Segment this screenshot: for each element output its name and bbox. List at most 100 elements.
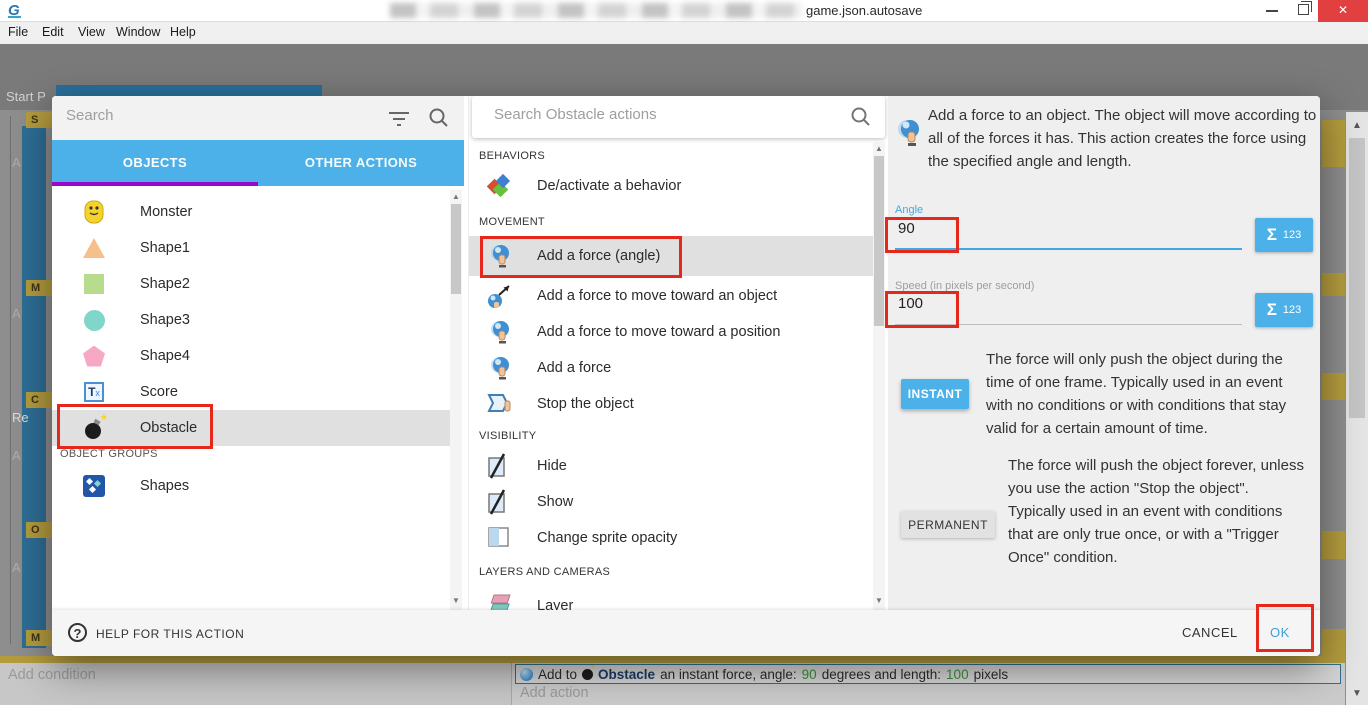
object-row-shape2[interactable]: Shape2 <box>52 266 450 302</box>
action-editor-dialog: OBJECTS OTHER ACTIONS Monster Shape1 Sha… <box>52 96 1320 656</box>
actions-search-input[interactable] <box>494 106 824 123</box>
menu-bar: File Edit View Window Help <box>0 22 1368 44</box>
section-movement: MOVEMENT <box>479 216 545 228</box>
dialog-footer: ? HELP FOR THIS ACTION CANCEL OK <box>52 610 1320 656</box>
event-text-fragment: A <box>12 306 21 321</box>
shapes-group-icon <box>82 474 106 498</box>
force-angle-icon <box>487 243 513 269</box>
action-row-change-opacity[interactable]: Change sprite opacity <box>469 520 873 556</box>
add-condition-link[interactable]: Add condition <box>8 667 96 683</box>
filter-icon[interactable] <box>388 112 410 126</box>
speed-input[interactable] <box>898 295 1228 312</box>
force-icon <box>487 355 513 381</box>
layer-icon <box>487 593 513 610</box>
active-scene-tab[interactable] <box>56 85 322 96</box>
action-row-deactivate-behavior[interactable]: De/activate a behavior <box>469 168 873 204</box>
conditions-column[interactable]: Add condition <box>0 663 512 705</box>
pentagon-icon <box>82 344 106 368</box>
action-text: pixels <box>974 667 1009 682</box>
objects-search-input[interactable] <box>66 107 366 124</box>
tab-objects[interactable]: OBJECTS <box>52 140 258 186</box>
scroll-down-icon[interactable]: ▼ <box>875 596 883 605</box>
action-row-force-toward-object[interactable]: Add a force to move toward an object <box>469 278 873 314</box>
angle-label: Angle <box>895 204 923 216</box>
scroll-up-icon[interactable]: ▲ <box>1346 120 1368 131</box>
menu-file[interactable]: File <box>8 25 28 39</box>
actions-scrollbar[interactable]: ▲ ▼ <box>873 142 885 610</box>
event-text-fragment: A <box>12 155 21 170</box>
object-row-shape1[interactable]: Shape1 <box>52 230 450 266</box>
force-toward-position-icon <box>487 319 513 345</box>
action-row-show[interactable]: Show <box>469 484 873 520</box>
scroll-up-icon[interactable]: ▲ <box>875 144 883 153</box>
menu-help[interactable]: Help <box>170 25 196 39</box>
instant-button[interactable]: INSTANT <box>901 379 969 409</box>
speed-label: Speed (in pixels per second) <box>895 280 1034 292</box>
objects-search-bar <box>52 96 464 140</box>
event-tree-line <box>10 116 11 644</box>
start-page-tab[interactable]: Start P <box>6 89 52 104</box>
permanent-button[interactable]: PERMANENT <box>901 511 995 538</box>
event-text-fragment: Re <box>12 410 29 425</box>
cancel-button[interactable]: CANCEL <box>1182 625 1238 640</box>
object-row-score[interactable]: Tx Score <box>52 374 450 410</box>
event-condition-bar <box>22 126 46 648</box>
menu-edit[interactable]: Edit <box>42 25 64 39</box>
title-bar: G game.json.autosave ✕ <box>0 0 1368 22</box>
objects-tabbar: OBJECTS OTHER ACTIONS <box>52 140 464 186</box>
behavior-icon <box>487 173 513 199</box>
menu-window[interactable]: Window <box>116 25 160 39</box>
gdevelop-logo-icon: G <box>8 2 20 19</box>
selected-action-row[interactable]: Add to Obstacle an instant force, angle:… <box>515 664 1341 684</box>
ok-button[interactable]: OK <box>1270 625 1290 640</box>
object-row-shape4[interactable]: Shape4 <box>52 338 450 374</box>
force-icon <box>896 118 922 148</box>
minimize-button[interactable] <box>1266 10 1278 12</box>
add-action-link[interactable]: Add action <box>520 685 589 701</box>
scrollbar-thumb[interactable] <box>874 156 884 326</box>
actions-column[interactable]: Add to Obstacle an instant force, angle:… <box>512 663 1345 705</box>
force-icon <box>520 668 533 681</box>
blurred-title-area <box>390 3 802 18</box>
selected-event-header <box>0 656 1345 663</box>
tab-other-actions[interactable]: OTHER ACTIONS <box>258 140 464 186</box>
action-row-add-force[interactable]: Add a force <box>469 350 873 386</box>
action-details-panel: Add a force to an object. The object wil… <box>888 96 1320 610</box>
speed-expression-button[interactable]: Σ 123 <box>1255 293 1313 327</box>
close-button[interactable]: ✕ <box>1318 0 1368 22</box>
menu-view[interactable]: View <box>78 25 105 39</box>
restore-button[interactable] <box>1298 4 1309 15</box>
section-visibility: VISIBILITY <box>479 430 536 442</box>
action-row-hide[interactable]: Hide <box>469 448 873 484</box>
action-text: Add to <box>538 667 577 682</box>
action-row-layer[interactable]: Layer <box>469 588 873 610</box>
scroll-down-icon[interactable]: ▼ <box>452 596 460 605</box>
objects-scrollbar[interactable]: ▲ ▼ <box>450 190 462 610</box>
monster-icon <box>82 200 106 224</box>
section-layers-cameras: LAYERS AND CAMERAS <box>479 566 610 578</box>
object-row-obstacle[interactable]: ★ Obstacle <box>52 410 450 446</box>
active-tab-underline <box>52 182 258 186</box>
event-header: C <box>26 392 52 408</box>
event-header: O <box>26 522 52 538</box>
action-description: Add a force to an object. The object wil… <box>928 104 1318 173</box>
object-row-shape3[interactable]: Shape3 <box>52 302 450 338</box>
action-row-force-toward-position[interactable]: Add a force to move toward a position <box>469 314 873 350</box>
group-row-shapes[interactable]: Shapes <box>52 468 450 504</box>
scrollbar-thumb[interactable] <box>1349 138 1365 418</box>
action-row-add-force-angle[interactable]: Add a force (angle) <box>469 236 873 276</box>
action-row-stop-object[interactable]: Stop the object <box>469 386 873 422</box>
opacity-icon <box>487 525 513 551</box>
angle-input[interactable] <box>898 220 1228 237</box>
help-link[interactable]: HELP FOR THIS ACTION <box>96 627 244 641</box>
instant-description: The force will only push the object duri… <box>986 348 1308 440</box>
angle-expression-button[interactable]: Σ 123 <box>1255 218 1313 252</box>
search-icon <box>850 106 872 128</box>
scroll-up-icon[interactable]: ▲ <box>452 192 460 201</box>
scrollbar-thumb[interactable] <box>451 204 461 294</box>
scroll-down-icon[interactable]: ▼ <box>1346 688 1368 699</box>
event-sheet-scrollbar[interactable]: ▲ ▼ <box>1346 112 1368 705</box>
bomb-icon <box>582 669 593 680</box>
speed-underline <box>895 324 1242 325</box>
object-row-monster[interactable]: Monster <box>52 194 450 230</box>
